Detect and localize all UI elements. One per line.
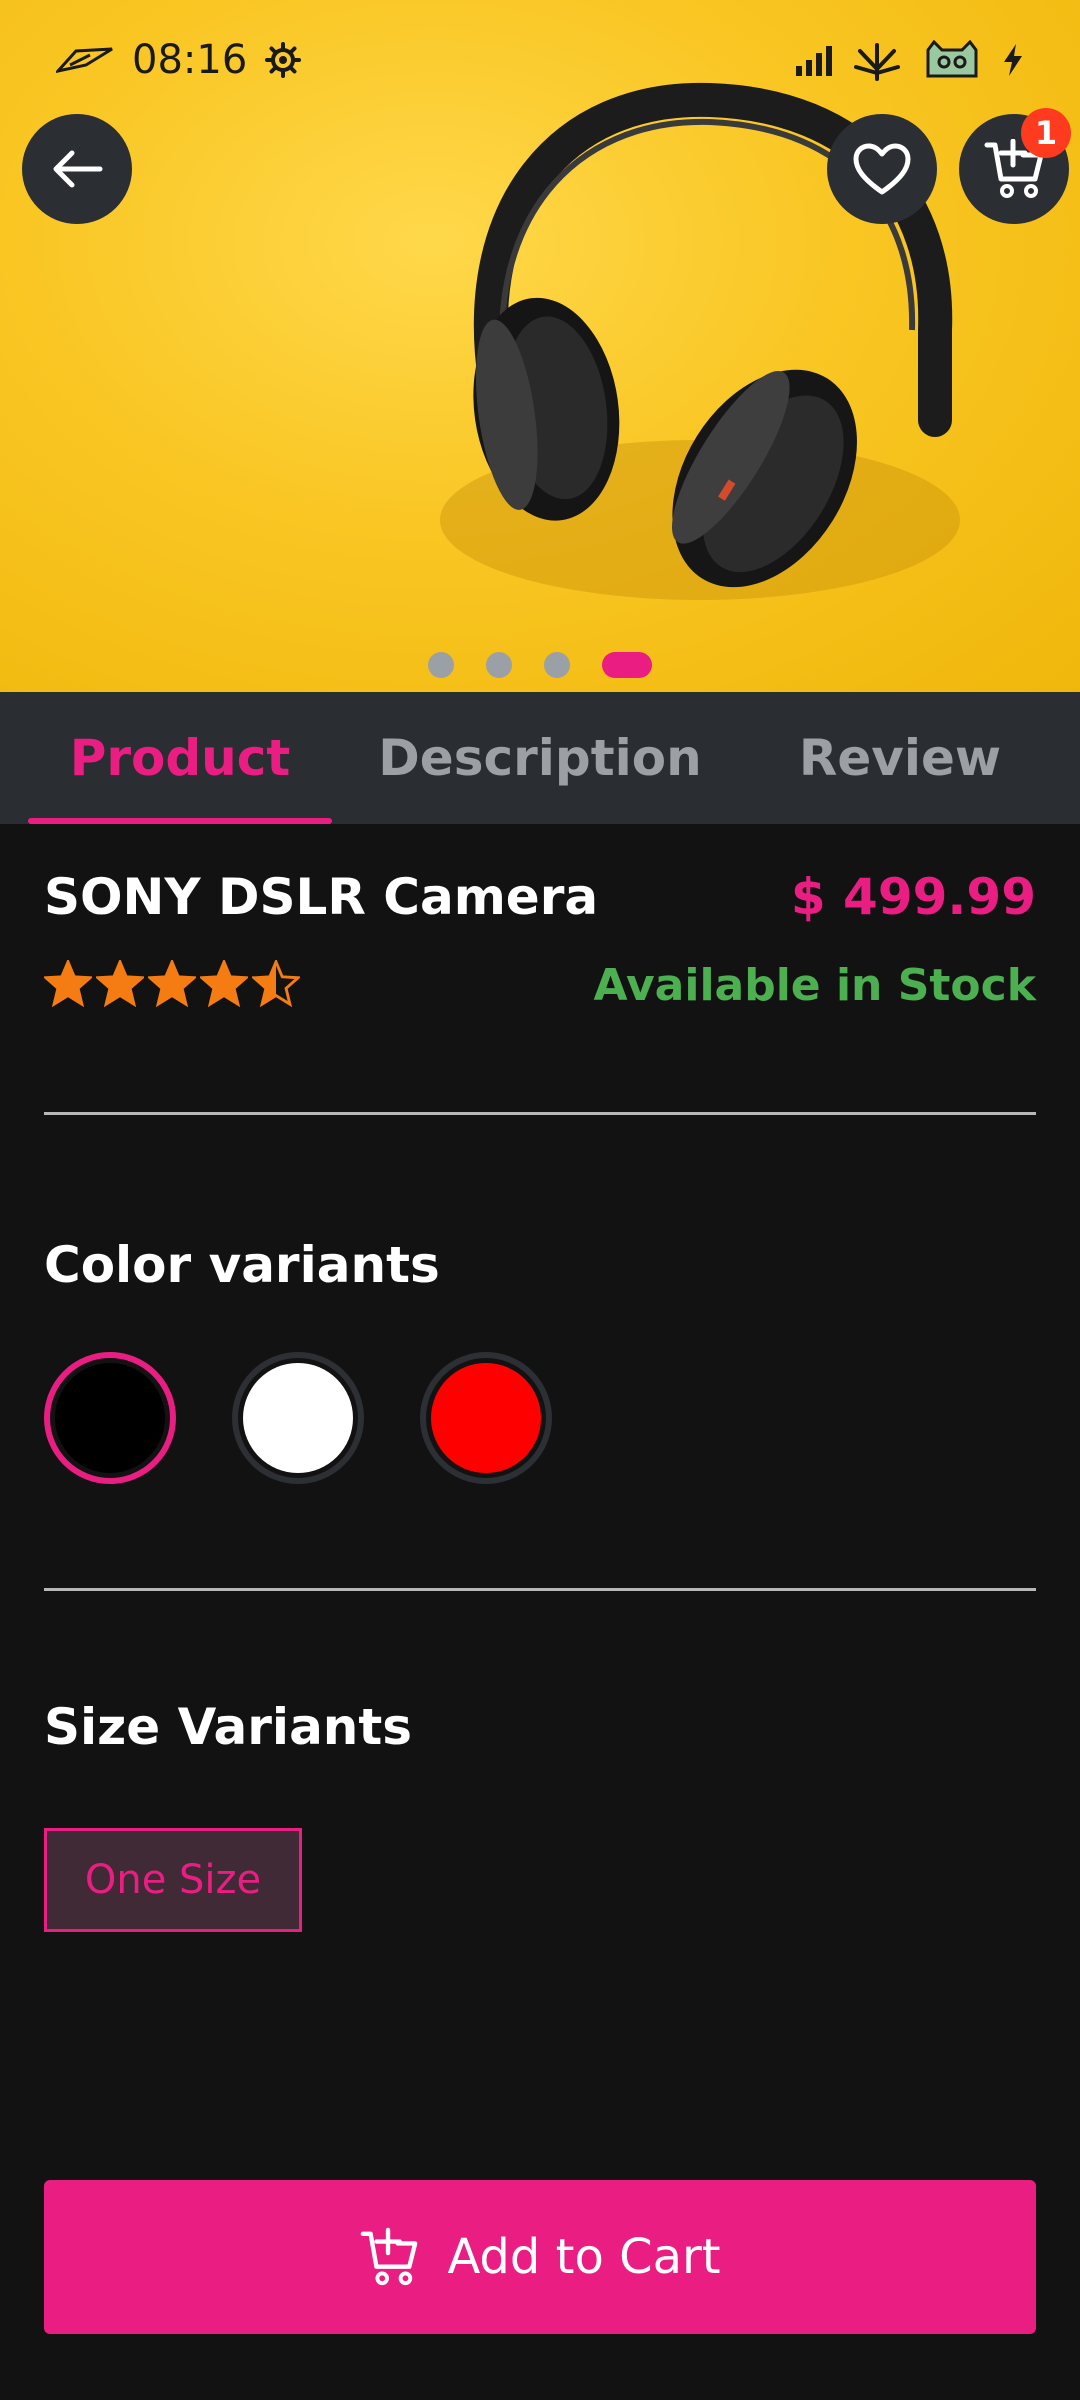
carousel-dot[interactable] bbox=[486, 652, 512, 678]
rating-stars bbox=[44, 960, 300, 1008]
cart-count-badge: 1 bbox=[1021, 108, 1071, 158]
tab-review[interactable]: Review bbox=[720, 692, 1080, 824]
leaf-icon bbox=[854, 43, 900, 81]
product-tabs: Product Description Review bbox=[0, 692, 1080, 824]
rog-logo-icon bbox=[56, 47, 113, 73]
product-title: SONY DSLR Camera bbox=[44, 868, 599, 926]
color-swatch-fill bbox=[431, 1363, 541, 1473]
color-variants-title: Color variants bbox=[44, 1236, 440, 1294]
divider bbox=[44, 1112, 1036, 1115]
product-screen: 08:16 1 Product Description Review SONY … bbox=[0, 0, 1080, 2400]
product-image-carousel[interactable]: 08:16 1 bbox=[0, 0, 1080, 692]
favorite-button[interactable] bbox=[827, 114, 937, 224]
tab-description[interactable]: Description bbox=[360, 692, 720, 824]
divider bbox=[44, 1588, 1036, 1591]
status-time: 08:16 bbox=[132, 37, 248, 83]
color-swatch[interactable] bbox=[420, 1352, 552, 1484]
tab-product[interactable]: Product bbox=[0, 692, 360, 824]
product-price: $ 499.99 bbox=[790, 868, 1036, 926]
cat-battery-icon bbox=[926, 40, 978, 78]
settings-gear-icon bbox=[265, 42, 302, 78]
carousel-indicator bbox=[0, 650, 1080, 680]
carousel-dot[interactable] bbox=[602, 652, 652, 678]
color-swatch-fill bbox=[55, 1363, 165, 1473]
charging-bolt-icon bbox=[1004, 44, 1022, 76]
add-to-cart-button[interactable]: Add to Cart bbox=[44, 2180, 1036, 2334]
carousel-dot[interactable] bbox=[428, 652, 454, 678]
color-swatches bbox=[44, 1352, 552, 1484]
star-filled-icon bbox=[200, 960, 248, 1008]
add-to-cart-label: Add to Cart bbox=[447, 2229, 721, 2285]
color-swatch[interactable] bbox=[232, 1352, 364, 1484]
color-swatch[interactable] bbox=[44, 1352, 176, 1484]
stock-status: Available in Stock bbox=[593, 960, 1036, 1011]
signal-icon bbox=[796, 46, 832, 76]
cart-button[interactable]: 1 bbox=[959, 108, 1071, 224]
star-filled-icon bbox=[96, 960, 144, 1008]
status-bar: 08:16 bbox=[0, 0, 1080, 120]
heart-icon bbox=[853, 143, 911, 195]
cart-add-icon bbox=[361, 2227, 418, 2286]
star-filled-icon bbox=[44, 960, 92, 1008]
size-option-one-size[interactable]: One Size bbox=[44, 1828, 302, 1932]
arrow-left-icon bbox=[53, 150, 103, 188]
color-swatch-fill bbox=[243, 1363, 353, 1473]
carousel-dot[interactable] bbox=[544, 652, 570, 678]
star-half-icon bbox=[252, 960, 300, 1008]
star-filled-icon bbox=[148, 960, 196, 1008]
back-button[interactable] bbox=[22, 114, 132, 224]
size-variants-title: Size Variants bbox=[44, 1698, 413, 1756]
